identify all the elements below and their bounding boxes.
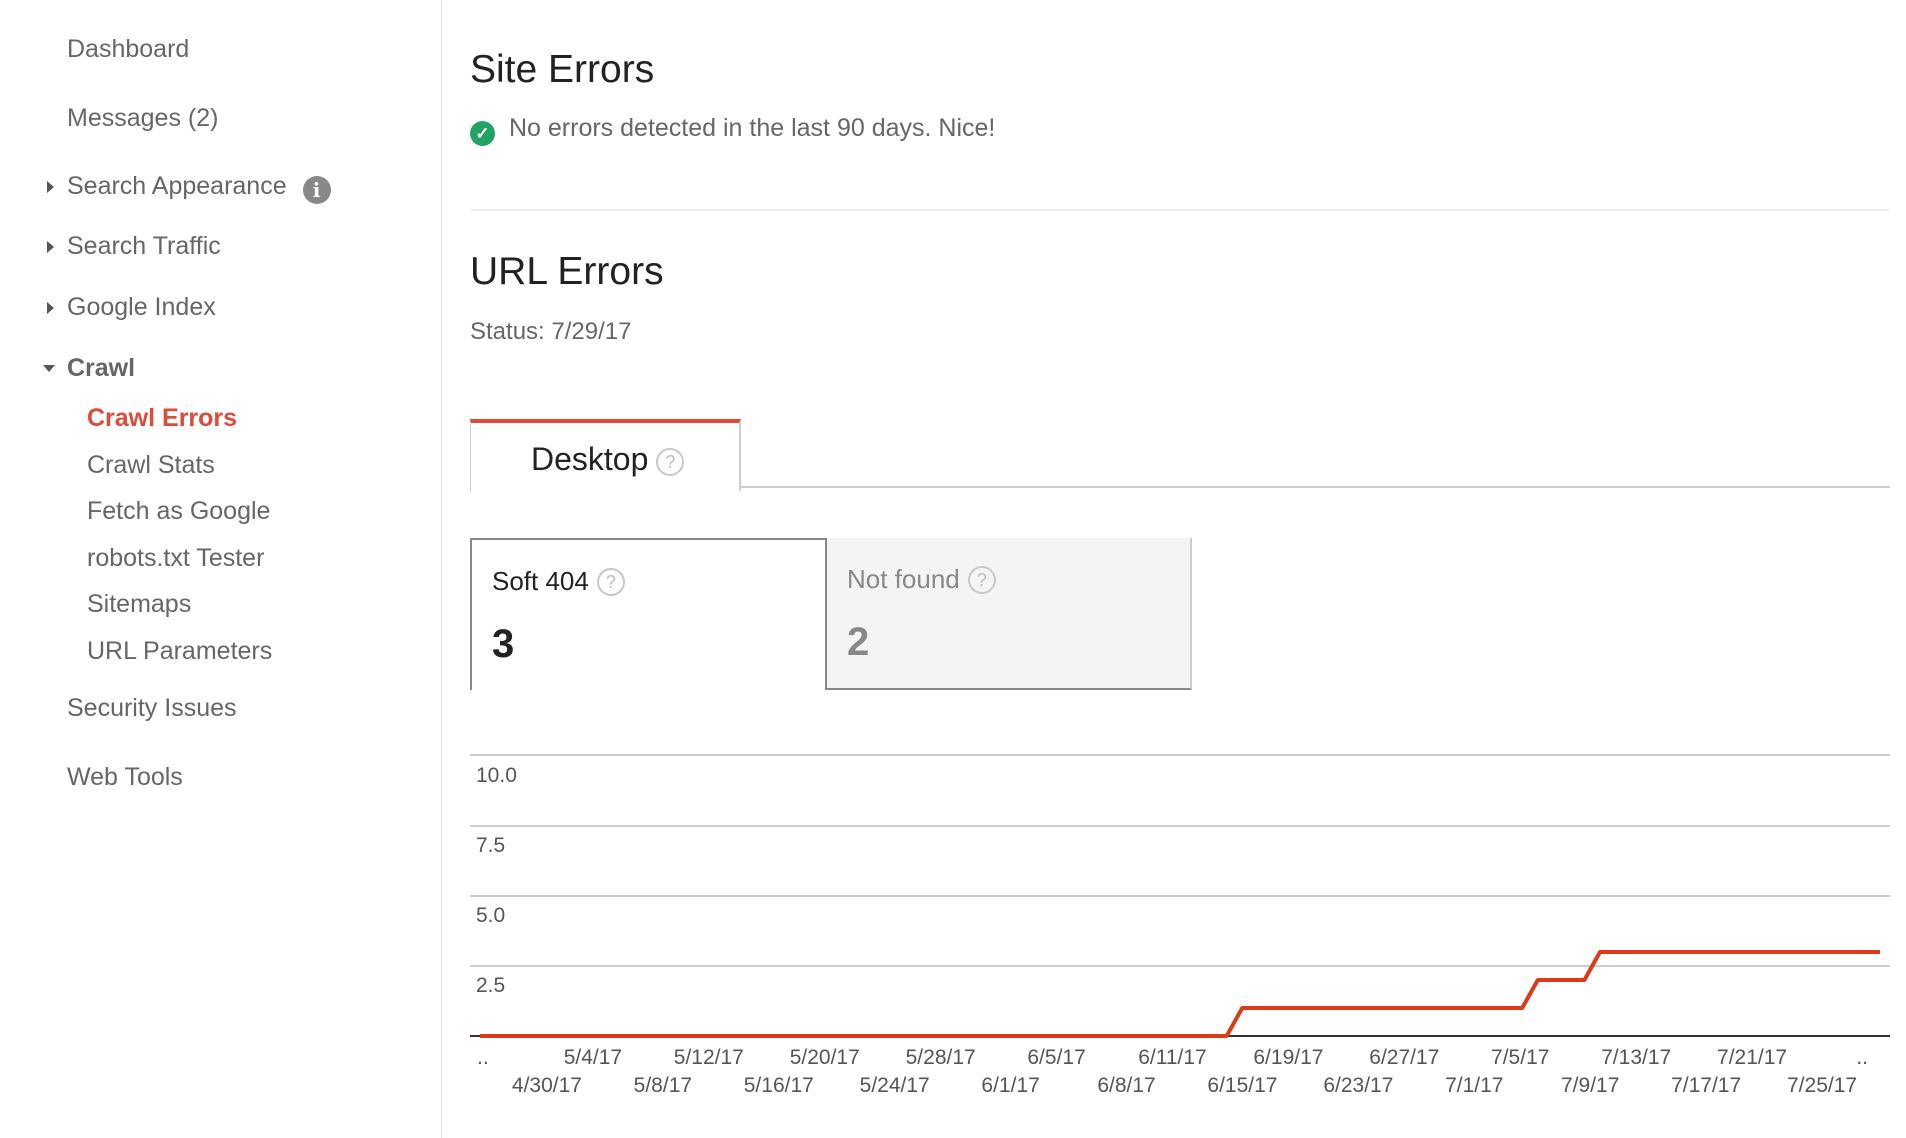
help-icon[interactable]: ? [967,566,996,594]
x-tick-label: 7/13/17 [1601,1046,1671,1069]
x-tick-label: 7/1/17 [1445,1074,1503,1097]
y-tick-label: 7.5 [476,834,505,857]
sidebar-item-search-appearance[interactable]: Search Appearance i [47,172,331,204]
tab-label-text: Desktop [531,441,649,477]
sidebar-item-url-parameters[interactable]: URL Parameters [87,637,272,666]
tab-bar-line [739,486,1890,488]
card-soft-404[interactable]: Soft 404? 3 [470,538,829,690]
x-tick-label: 6/5/17 [1027,1046,1085,1069]
url-errors-title: URL Errors [470,250,664,293]
caret-right-icon [47,241,54,253]
sidebar-item-crawl-errors[interactable]: Crawl Errors [87,404,237,433]
card-value: 3 [492,622,515,666]
sidebar-item-label: Sitemaps [87,590,192,618]
x-tick-label: 6/19/17 [1253,1046,1323,1069]
sidebar-item-label: Web Tools [67,763,183,791]
caret-down-icon [43,365,55,372]
sidebar-item-google-index[interactable]: Google Index [47,293,216,322]
x-tick-label: 5/24/17 [860,1074,930,1097]
sidebar-item-label: Fetch as Google [87,497,271,525]
caret-right-icon [47,181,54,193]
y-tick-label: 5.0 [476,904,505,927]
sidebar-item-label: Google Index [67,293,216,321]
tab-desktop-label: Desktop? [531,441,685,478]
site-errors-title: Site Errors [470,48,655,91]
series-line-soft-404 [480,950,1880,1038]
x-tick-label: 6/8/17 [1097,1074,1155,1097]
x-tick-label: 5/16/17 [744,1074,814,1097]
card-value: 2 [847,620,870,664]
sidebar-item-crawl[interactable]: Crawl [43,354,136,383]
x-tick-label: 6/11/17 [1138,1046,1207,1069]
sidebar-item-fetch-as-google[interactable]: Fetch as Google [87,497,270,526]
card-label-text: Soft 404 [492,566,589,596]
sidebar-item-label: Messages (2) [67,104,219,132]
tab-desktop[interactable]: Desktop? [470,419,741,491]
x-tick-label: 7/21/17 [1717,1046,1787,1069]
sidebar-item-label: URL Parameters [87,637,273,665]
x-tick-label: 7/17/17 [1671,1074,1741,1097]
x-tick-label: .. [477,1046,489,1069]
x-tick-label: 5/12/17 [674,1046,744,1069]
x-tick-label: .. [1856,1046,1868,1069]
x-tick-label: 6/15/17 [1207,1074,1277,1097]
sidebar-item-dashboard[interactable]: Dashboard [67,35,189,64]
sidebar-item-label: Search Appearance [67,172,287,200]
help-icon[interactable]: ? [656,448,685,476]
sidebar-item-sitemaps[interactable]: Sitemaps [87,590,191,619]
sidebar-item-label: Search Traffic [67,232,221,260]
x-tick-label: 5/20/17 [790,1046,860,1069]
sidebar: Dashboard Messages (2) Search Appearance… [0,0,442,1138]
x-tick-label: 6/1/17 [981,1074,1039,1097]
sidebar-item-messages[interactable]: Messages (2) [67,104,218,133]
card-not-found[interactable]: Not found? 2 [825,538,1192,690]
x-tick-label: 4/30/17 [512,1074,582,1097]
x-tick-label: 5/4/17 [564,1046,622,1069]
card-label: Not found? [847,564,996,595]
site-errors-message: ✓ No errors detected in the last 90 days.… [470,114,995,146]
card-label: Soft 404? [492,566,625,597]
sidebar-item-label: Crawl Errors [87,404,238,432]
x-tick-label: 5/8/17 [634,1074,692,1097]
url-errors-status: Status: 7/29/17 [470,318,632,345]
x-tick-label: 7/5/17 [1491,1046,1549,1069]
sidebar-item-robots-tester[interactable]: robots.txt Tester [87,544,264,573]
help-icon[interactable]: ? [596,568,625,596]
check-circle-icon: ✓ [470,121,495,146]
sidebar-item-label: Crawl [67,354,136,382]
card-label-text: Not found [847,564,960,594]
info-icon[interactable]: i [302,176,331,204]
sidebar-item-crawl-stats[interactable]: Crawl Stats [87,451,215,480]
x-tick-label: 5/28/17 [906,1046,976,1069]
x-tick-label: 6/27/17 [1369,1046,1439,1069]
sidebar-item-label: robots.txt Tester [87,544,265,572]
site-errors-message-text: No errors detected in the last 90 days. … [509,114,996,142]
sidebar-item-label: Crawl Stats [87,451,215,479]
sidebar-item-label: Security Issues [67,694,237,722]
x-tick-label: 7/9/17 [1561,1074,1619,1097]
section-divider [470,209,1890,211]
y-tick-label: 10.0 [476,764,517,787]
y-tick-label: 2.5 [476,974,505,997]
x-tick-label: 7/25/17 [1787,1074,1857,1097]
sidebar-item-web-tools[interactable]: Web Tools [67,763,183,792]
sidebar-item-search-traffic[interactable]: Search Traffic [47,232,221,261]
sidebar-item-label: Dashboard [67,35,190,63]
x-tick-label: 6/23/17 [1323,1074,1393,1097]
sidebar-item-security-issues[interactable]: Security Issues [67,694,237,723]
caret-right-icon [47,302,54,314]
